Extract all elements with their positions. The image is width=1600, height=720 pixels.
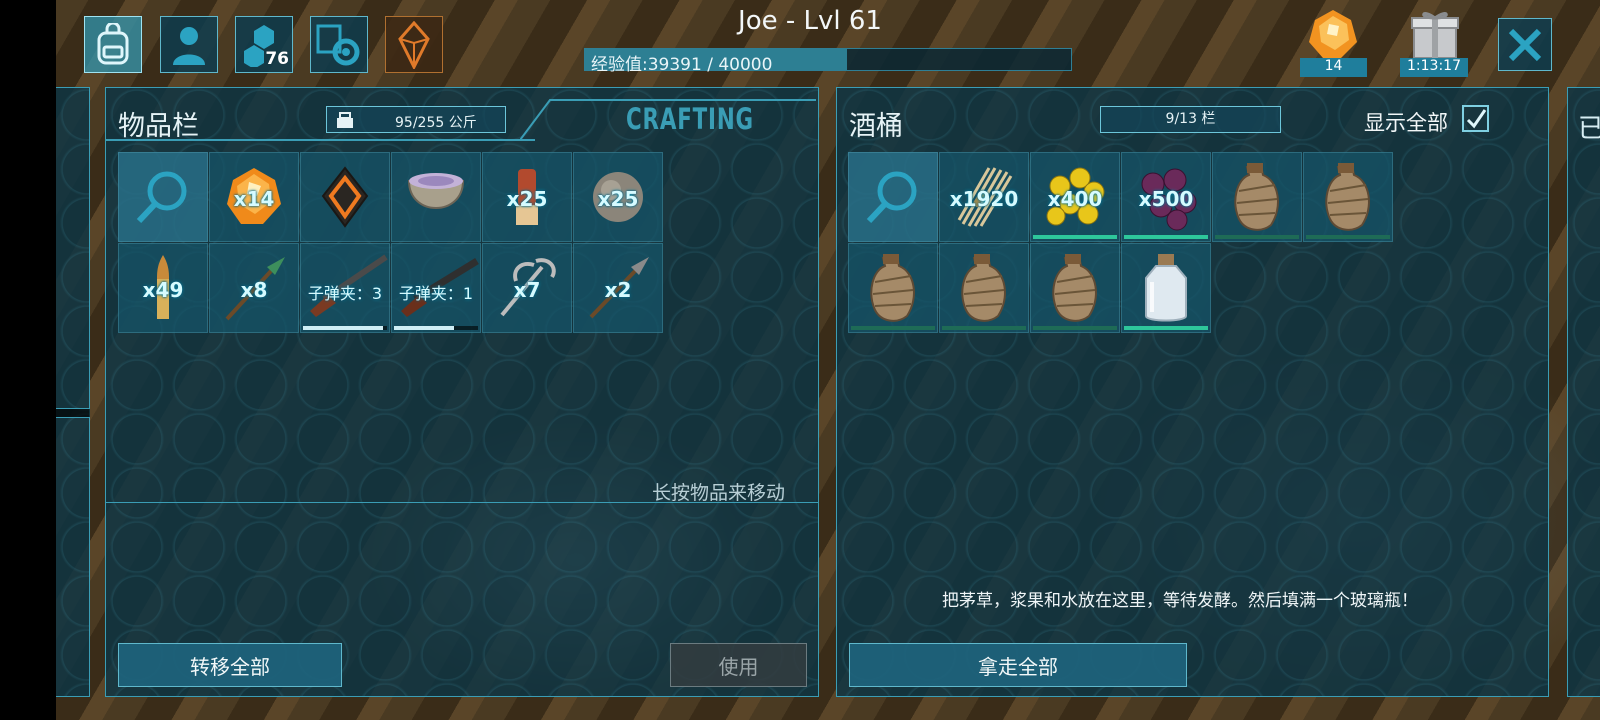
screen-letterbox — [0, 0, 56, 720]
gift-box-icon[interactable] — [1410, 8, 1460, 64]
item-slot-waterskin[interactable] — [1030, 243, 1120, 333]
item-quantity: x25 — [506, 187, 548, 211]
move-hint-text: 长按物品来移动 — [652, 482, 786, 504]
glass-bottle-icon — [1136, 252, 1196, 324]
item-quantity: x400 — [1047, 187, 1103, 211]
search-icon — [863, 167, 923, 227]
show-all-checkbox[interactable] — [1462, 105, 1489, 132]
element-icon — [317, 164, 373, 230]
transfer-all-button[interactable]: 转移全部 — [118, 643, 342, 687]
waterskin-icon — [1045, 252, 1105, 324]
item-durability-bar — [1306, 235, 1390, 239]
xp-bar: 经验值:39391 / 40000 — [584, 48, 1072, 75]
item-durability-bar — [394, 326, 478, 330]
weight-text: 95/255 公斤 — [395, 115, 477, 131]
mortar-and-pestle-icon — [403, 167, 469, 227]
barrel-description: 把茅草，浆果和水放在这里，等待发酵。然后填满一个玻璃瓶！ — [942, 591, 1418, 611]
item-slot-mortar-and-pestle[interactable] — [391, 152, 481, 242]
item-quantity: x25 — [597, 187, 639, 211]
item-slot-thatch[interactable]: x1920 — [939, 152, 1029, 242]
item-durability-bar — [1124, 235, 1208, 239]
gear-icon — [316, 24, 360, 65]
item-quantity: x49 — [142, 278, 184, 302]
item-slot-waterskin[interactable] — [1303, 152, 1393, 242]
item-quantity: x2 — [604, 278, 632, 302]
use-button[interactable]: 使用 — [670, 643, 807, 687]
item-durability-bar — [1215, 235, 1299, 239]
item-durability-bar — [942, 326, 1026, 330]
backpack-icon — [97, 22, 129, 64]
settings-tab-button[interactable] — [310, 16, 368, 73]
person-icon — [173, 26, 205, 65]
close-button[interactable] — [1498, 18, 1552, 71]
right-adjacent-panel[interactable] — [1567, 87, 1600, 697]
weight-icon — [337, 112, 353, 128]
panel-divider — [106, 502, 818, 503]
gift-timer: 1:13:17 — [1400, 58, 1468, 77]
item-slot-shotgun[interactable]: 子弹夹：1 — [391, 243, 481, 333]
inventory-title: 物品栏 — [118, 111, 199, 142]
waterskin-icon — [1227, 161, 1287, 233]
checkmark-icon — [1466, 108, 1486, 128]
player-title: Joe - Lvl 61 — [738, 6, 882, 36]
item-slot-yellow-berries[interactable]: x400 — [1030, 152, 1120, 242]
item-slot-bullet[interactable]: x49 — [118, 243, 208, 333]
left-adjacent-panel[interactable] — [56, 87, 90, 697]
item-durability-bar — [1033, 235, 1117, 239]
gem-count: 14 — [1300, 58, 1367, 77]
item-quantity: x8 — [240, 278, 268, 302]
engrams-tab-button[interactable]: 76 — [235, 16, 293, 73]
item-quantity: x14 — [233, 187, 275, 211]
item-quantity: x500 — [1138, 187, 1194, 211]
item-slot-waterskin[interactable] — [939, 243, 1029, 333]
item-durability-bar — [851, 326, 935, 330]
inventory-tab-button[interactable] — [84, 16, 142, 73]
barrel-title: 酒桶 — [849, 111, 903, 142]
tab-crafting[interactable]: CRAFTING — [520, 96, 816, 142]
item-slot-rifle[interactable]: 子弹夹：3 — [300, 243, 390, 333]
item-slot-waterskin[interactable] — [1212, 152, 1302, 242]
item-quantity: 子弹夹：1 — [398, 284, 474, 303]
slots-indicator: 9/13 栏 — [1100, 106, 1281, 133]
waterskin-icon — [1318, 161, 1378, 233]
inventory-grid: x14 x25 x25 x49 x8 子弹夹：3 子弹夹：1 x7 x2 — [118, 152, 663, 333]
item-quantity: 子弹夹：3 — [307, 284, 383, 303]
waterskin-icon — [954, 252, 1014, 324]
item-quantity: x1920 — [949, 187, 1019, 211]
amber-gem-icon[interactable] — [1305, 8, 1361, 64]
tab-underline — [105, 139, 535, 141]
item-durability-bar — [1033, 326, 1117, 330]
item-slot-arrow[interactable]: x2 — [573, 243, 663, 333]
waterskin-icon — [863, 252, 923, 324]
search-slot[interactable] — [118, 152, 208, 242]
tek-crystal-icon — [398, 20, 430, 69]
xp-text: 经验值:39391 / 40000 — [591, 55, 773, 75]
item-quantity: x7 — [513, 278, 541, 302]
search-icon — [133, 167, 193, 227]
crafting-tab-label: CRAFTING — [626, 102, 754, 136]
character-tab-button[interactable] — [160, 16, 218, 73]
show-all-label: 显示全部 — [1364, 111, 1448, 135]
close-icon — [1508, 28, 1542, 61]
take-all-button[interactable]: 拿走全部 — [849, 643, 1187, 687]
item-slot-waterskin[interactable] — [848, 243, 938, 333]
right-panel-title-fragment: 已 — [1578, 114, 1600, 144]
item-durability-bar — [303, 326, 387, 330]
search-slot[interactable] — [848, 152, 938, 242]
item-durability-bar — [1124, 326, 1208, 330]
item-slot-simple-rifle-ammo[interactable]: x25 — [482, 152, 572, 242]
barrel-grid: x1920 x400 x500 — [848, 152, 1393, 333]
item-slot-glass-bottle[interactable] — [1121, 243, 1211, 333]
item-slot-spear[interactable]: x8 — [209, 243, 299, 333]
item-slot-purple-berries[interactable]: x500 — [1121, 152, 1211, 242]
item-slot-stone-ball[interactable]: x25 — [573, 152, 663, 242]
engram-points-badge: 76 — [265, 49, 289, 69]
item-slot-amber[interactable]: x14 — [209, 152, 299, 242]
item-slot-grappling-hook[interactable]: x7 — [482, 243, 572, 333]
tek-tab-button[interactable] — [385, 16, 443, 73]
item-slot-element[interactable] — [300, 152, 390, 242]
weight-indicator: 95/255 公斤 — [326, 106, 506, 133]
